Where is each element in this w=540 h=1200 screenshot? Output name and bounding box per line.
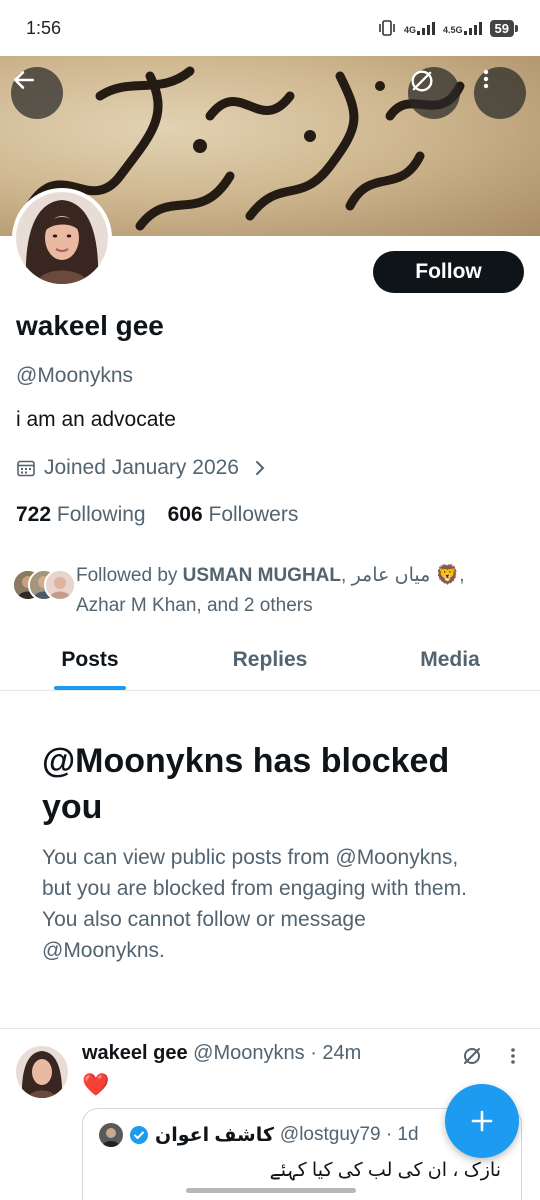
followers-label: Followers — [208, 503, 299, 526]
battery-indicator: 59 — [489, 19, 519, 37]
mini-avatar-3 — [44, 569, 76, 601]
joined-date[interactable]: Joined January 2026 — [16, 456, 267, 480]
followers-you-know-avatars — [12, 569, 76, 605]
plus-icon — [471, 1110, 493, 1132]
tweet-meta: @Moonykns · 24m — [187, 1042, 362, 1064]
quoted-tweet-text: نازک ، ان کی لب کی کیا کہئے — [269, 1160, 501, 1181]
tweet-author-avatar[interactable] — [16, 1046, 68, 1098]
profile-avatar[interactable] — [12, 188, 112, 288]
profile-display-name: wakeel gee — [16, 310, 164, 341]
vibrate-icon — [379, 20, 395, 36]
status-bar: 1:56 4G 4.5G 59 — [0, 0, 540, 56]
more-vertical-icon — [483, 69, 489, 89]
repost-toggle-button[interactable] — [408, 67, 460, 119]
section-divider — [0, 1028, 540, 1029]
back-arrow-icon — [14, 71, 34, 89]
quoted-author-avatar — [99, 1123, 123, 1147]
joined-date-text: Joined January 2026 — [44, 456, 239, 479]
profile-photo — [16, 192, 108, 284]
followed-by-text: Followed by USMAN MUGHAL, میاں عامر 🦁, A… — [76, 565, 465, 616]
follow-button[interactable]: Follow — [373, 251, 524, 293]
signal-icon-2: 4.5G — [443, 21, 482, 35]
tab-posts[interactable]: Posts — [0, 638, 180, 690]
following-label: Following — [56, 503, 146, 526]
tab-replies[interactable]: Replies — [180, 638, 360, 690]
tweet-text: ❤️ — [82, 1072, 110, 1097]
following-link[interactable]: 722 Following — [16, 503, 146, 527]
tab-media[interactable]: Media — [360, 638, 540, 690]
profile-bio: i am an advocate — [16, 408, 176, 431]
sync-off-icon[interactable] — [460, 1044, 484, 1073]
tweet-author-name[interactable]: wakeel gee — [82, 1042, 188, 1064]
followers-link[interactable]: 606 Followers — [168, 503, 299, 527]
profile-tabs: Posts Replies Media — [0, 638, 540, 691]
quoted-author-name: کاشف اعوان — [155, 1124, 274, 1146]
calendar-icon — [17, 460, 35, 477]
followers-count: 606 — [167, 503, 203, 526]
following-count: 722 — [16, 503, 52, 526]
status-icons: 4G 4.5G 59 — [378, 19, 519, 37]
blocked-title: @Moonykns has blocked you — [42, 742, 450, 826]
compose-button[interactable] — [445, 1084, 519, 1158]
follow-stats: 722 Following 606 Followers — [16, 503, 298, 527]
followed-by-name: USMAN MUGHAL — [182, 565, 341, 586]
status-time: 1:56 — [26, 17, 62, 38]
tweet-header: wakeel gee @Moonykns · 24m — [82, 1042, 361, 1065]
chevron-right-icon — [255, 461, 265, 475]
verified-badge-icon — [130, 1126, 148, 1144]
more-options-button[interactable] — [474, 67, 526, 119]
profile-handle: @Moonykns — [16, 364, 134, 387]
blocked-description: You can view public posts from @Moonykns… — [42, 846, 467, 962]
quoted-tweet-header: کاشف اعوان @lostguy79 · 1d — [99, 1123, 419, 1147]
followed-by-row[interactable]: Followed by USMAN MUGHAL, میاں عامر 🦁, A… — [12, 561, 532, 621]
signal-icon-1: 4G — [404, 21, 436, 35]
sync-off-icon — [411, 70, 433, 92]
gesture-nav-handle[interactable] — [186, 1188, 356, 1193]
quoted-tweet-meta: @lostguy79 · 1d — [279, 1124, 419, 1145]
more-vertical-icon[interactable] — [504, 1044, 522, 1073]
back-button[interactable] — [11, 67, 63, 119]
